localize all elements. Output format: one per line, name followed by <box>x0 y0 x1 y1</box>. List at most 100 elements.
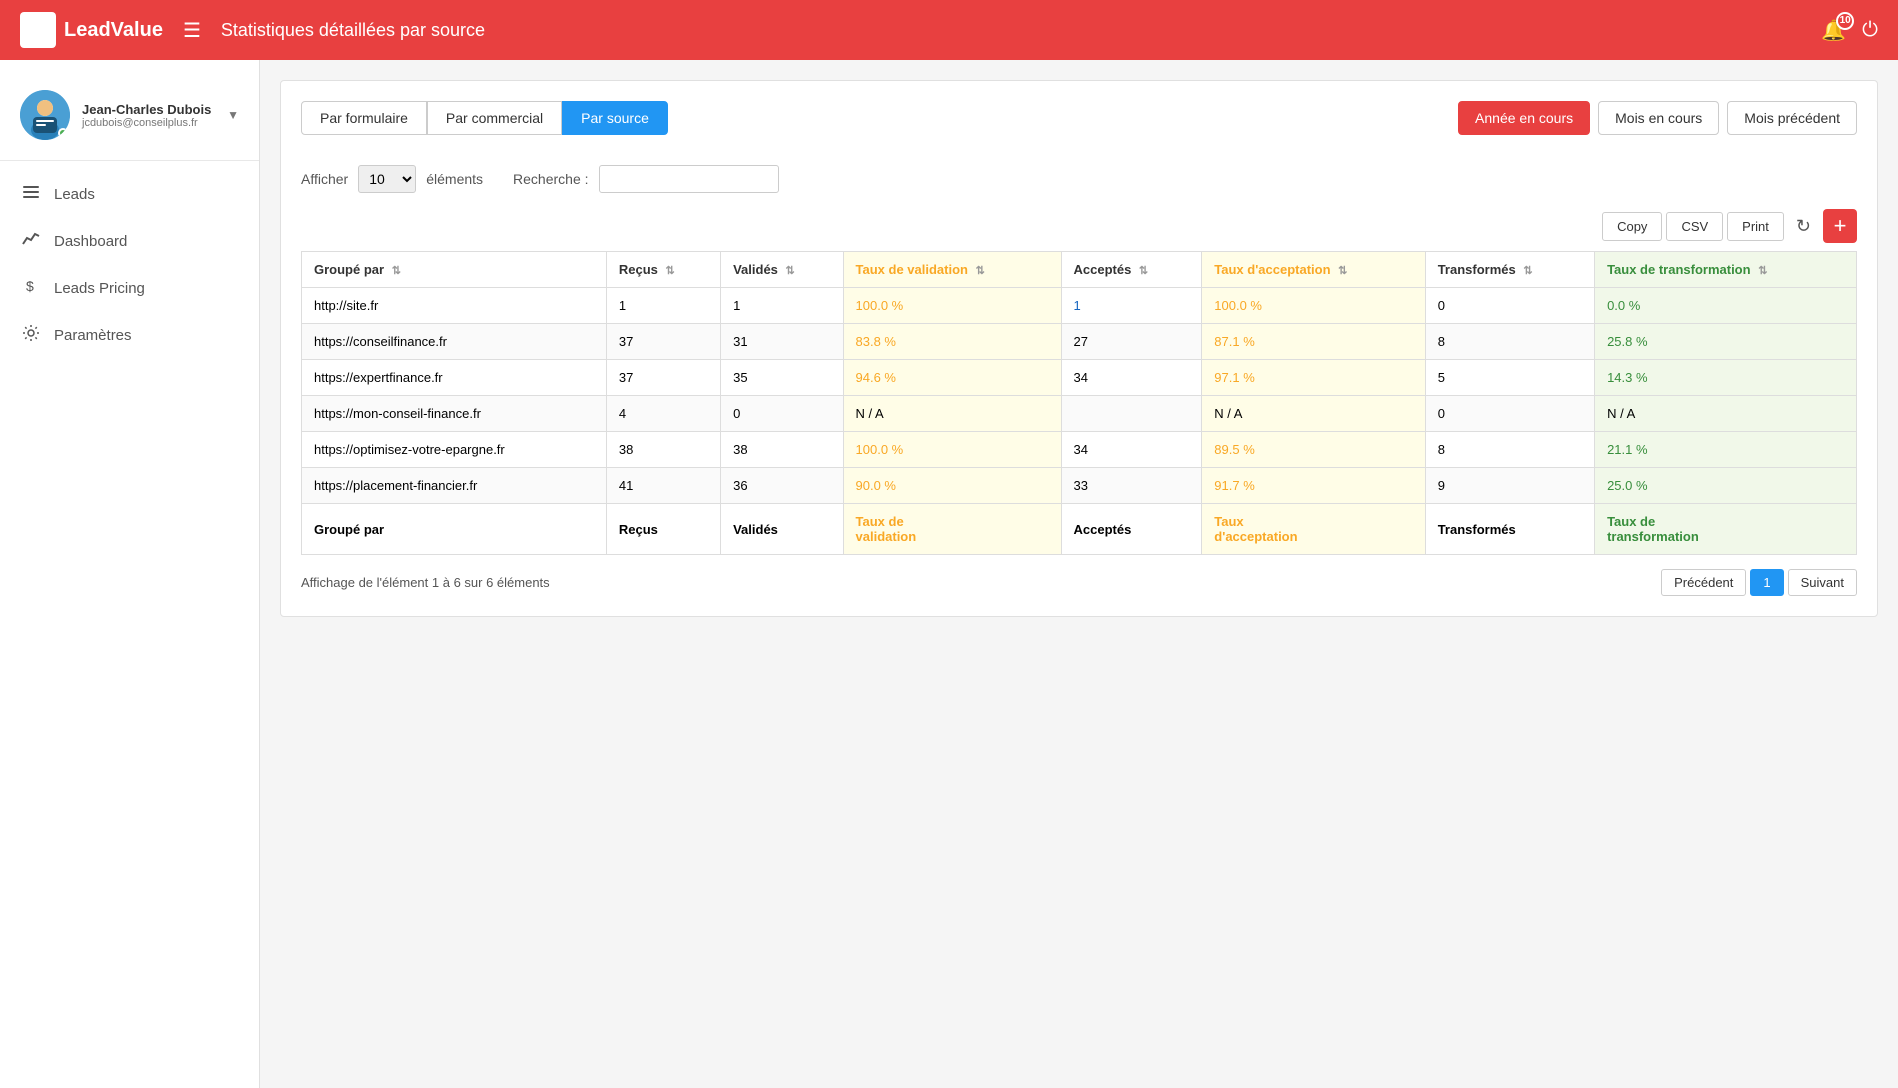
cell-taux-acceptation: N / A <box>1202 396 1425 432</box>
logo: LeadValue <box>20 12 163 48</box>
mois-precedent-button[interactable]: Mois précédent <box>1727 101 1857 135</box>
cell-valides: 35 <box>721 360 843 396</box>
cell-transformes: 9 <box>1425 468 1594 504</box>
cell-acceptes: 27 <box>1061 324 1202 360</box>
refresh-icon: ↻ <box>1796 216 1811 236</box>
sort-icon-taux-validation: ⇅ <box>976 264 985 277</box>
col-transformes[interactable]: Transformés ⇅ <box>1425 252 1594 288</box>
par-source-button[interactable]: Par source <box>562 101 668 135</box>
leads-icon <box>20 183 42 206</box>
col-acceptes[interactable]: Acceptés ⇅ <box>1061 252 1202 288</box>
col-taux-acceptation[interactable]: Taux d'acceptation ⇅ <box>1202 252 1425 288</box>
mois-en-cours-button[interactable]: Mois en cours <box>1598 101 1719 135</box>
sort-icon-taux-transformation: ⇅ <box>1758 264 1767 277</box>
col-groupe-par[interactable]: Groupé par ⇅ <box>302 252 607 288</box>
cell-recus: 41 <box>606 468 720 504</box>
cell-recus: 37 <box>606 360 720 396</box>
cell-transformes: 5 <box>1425 360 1594 396</box>
pagination-info: Affichage de l'élément 1 à 6 sur 6 éléme… <box>301 575 550 590</box>
sidebar-item-leads[interactable]: Leads <box>0 171 259 218</box>
col-recus[interactable]: Reçus ⇅ <box>606 252 720 288</box>
cell-recus: 1 <box>606 288 720 324</box>
csv-button[interactable]: CSV <box>1666 212 1723 241</box>
par-commercial-button[interactable]: Par commercial <box>427 101 562 135</box>
top-row: Par formulaire Par commercial Par source… <box>301 101 1857 155</box>
col-taux-validation[interactable]: Taux de validation ⇅ <box>843 252 1061 288</box>
cell-taux-acceptation: 89.5 % <box>1202 432 1425 468</box>
footer-recus: Reçus <box>606 504 720 555</box>
add-button[interactable]: + <box>1823 209 1857 243</box>
header-icons: 🔔 10 ⏻ <box>1821 18 1878 43</box>
sort-icon-recus: ⇅ <box>665 264 674 277</box>
sort-icon-valides: ⇅ <box>786 264 795 277</box>
cell-groupe-par: https://placement-financier.fr <box>302 468 607 504</box>
notification-button[interactable]: 🔔 10 <box>1821 18 1846 43</box>
cell-acceptes: 1 <box>1061 288 1202 324</box>
par-formulaire-button[interactable]: Par formulaire <box>301 101 427 135</box>
cell-recus: 4 <box>606 396 720 432</box>
print-button[interactable]: Print <box>1727 212 1784 241</box>
sidebar: Jean-Charles Dubois jcdubois@conseilplus… <box>0 60 260 1088</box>
plus-icon: + <box>1834 213 1847 239</box>
precedent-button[interactable]: Précédent <box>1661 569 1746 596</box>
cell-valides: 36 <box>721 468 843 504</box>
header-title: Statistiques détaillées par source <box>221 20 1821 41</box>
cell-taux-validation: 94.6 % <box>843 360 1061 396</box>
power-button[interactable]: ⏻ <box>1862 19 1878 42</box>
avatar <box>20 90 70 140</box>
sidebar-item-dashboard[interactable]: Dashboard <box>0 218 259 265</box>
parametres-icon <box>20 324 42 347</box>
table-row: https://mon-conseil-finance.fr 4 0 N / A… <box>302 396 1857 432</box>
data-table: Groupé par ⇅ Reçus ⇅ Validés ⇅ Taux de v… <box>301 251 1857 555</box>
sidebar-item-parametres-label: Paramètres <box>54 327 132 344</box>
sort-icon-taux-acceptation: ⇅ <box>1338 264 1347 277</box>
table-header-row: Groupé par ⇅ Reçus ⇅ Validés ⇅ Taux de v… <box>302 252 1857 288</box>
sidebar-item-parametres[interactable]: Paramètres <box>0 312 259 359</box>
elements-label: éléments <box>426 171 483 187</box>
user-email: jcdubois@conseilplus.fr <box>82 117 227 129</box>
col-valides[interactable]: Validés ⇅ <box>721 252 843 288</box>
table-row: https://conseilfinance.fr 37 31 83.8 % 2… <box>302 324 1857 360</box>
sort-icon-acceptes: ⇅ <box>1139 264 1148 277</box>
table-row: http://site.fr 1 1 100.0 % 1 100.0 % 0 0… <box>302 288 1857 324</box>
user-info: Jean-Charles Dubois jcdubois@conseilplus… <box>82 102 227 129</box>
refresh-button[interactable]: ↻ <box>1788 212 1819 241</box>
cell-recus: 38 <box>606 432 720 468</box>
header: LeadValue ☰ Statistiques détaillées par … <box>0 0 1898 60</box>
cell-acceptes: 34 <box>1061 360 1202 396</box>
pagination-controls: Précédent 1 Suivant <box>1661 569 1857 596</box>
cell-groupe-par: https://expertfinance.fr <box>302 360 607 396</box>
search-input[interactable] <box>599 165 779 193</box>
suivant-button[interactable]: Suivant <box>1788 569 1857 596</box>
show-select[interactable]: 10 25 50 100 <box>358 165 416 193</box>
recherche-label: Recherche : <box>513 171 588 187</box>
sidebar-item-leads-pricing[interactable]: $ Leads Pricing <box>0 265 259 312</box>
notification-badge: 10 <box>1836 12 1854 30</box>
user-name: Jean-Charles Dubois <box>82 102 227 117</box>
annee-en-cours-button[interactable]: Année en cours <box>1458 101 1590 135</box>
cell-valides: 38 <box>721 432 843 468</box>
main-content: Par formulaire Par commercial Par source… <box>260 60 1898 1088</box>
cell-groupe-par: https://optimisez-votre-epargne.fr <box>302 432 607 468</box>
cell-taux-validation: 83.8 % <box>843 324 1061 360</box>
page-1-button[interactable]: 1 <box>1750 569 1783 596</box>
cell-taux-transformation: N / A <box>1595 396 1857 432</box>
copy-button[interactable]: Copy <box>1602 212 1662 241</box>
col-taux-transformation[interactable]: Taux de transformation ⇅ <box>1595 252 1857 288</box>
hamburger-button[interactable]: ☰ <box>183 18 201 43</box>
layout: Jean-Charles Dubois jcdubois@conseilplus… <box>0 60 1898 1088</box>
cell-valides: 1 <box>721 288 843 324</box>
sort-icon-transformes: ⇅ <box>1523 264 1532 277</box>
user-section: Jean-Charles Dubois jcdubois@conseilplus… <box>0 80 259 161</box>
cell-taux-transformation: 25.8 % <box>1595 324 1857 360</box>
cell-groupe-par: https://conseilfinance.fr <box>302 324 607 360</box>
cell-groupe-par: http://site.fr <box>302 288 607 324</box>
cell-transformes: 8 <box>1425 432 1594 468</box>
leads-pricing-icon: $ <box>20 277 42 300</box>
cell-taux-transformation: 21.1 % <box>1595 432 1857 468</box>
online-indicator <box>58 128 68 138</box>
user-dropdown-arrow[interactable]: ▼ <box>227 108 239 122</box>
sidebar-nav: Leads Dashboard $ Leads Pricing <box>0 171 259 359</box>
sidebar-item-dashboard-label: Dashboard <box>54 233 127 250</box>
table-body: http://site.fr 1 1 100.0 % 1 100.0 % 0 0… <box>302 288 1857 504</box>
